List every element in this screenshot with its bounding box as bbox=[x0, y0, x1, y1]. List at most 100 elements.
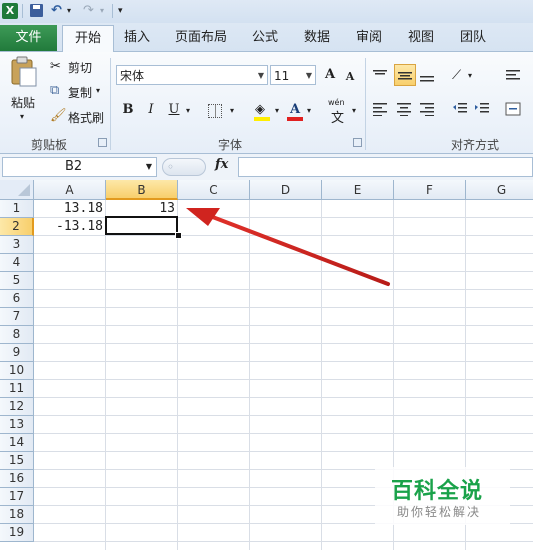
tab-page-layout[interactable]: 页面布局 bbox=[170, 25, 232, 51]
row-header-17[interactable]: 17 bbox=[0, 488, 34, 506]
row-header-11[interactable]: 11 bbox=[0, 380, 34, 398]
paste-button[interactable]: 粘贴 ▾ bbox=[6, 56, 42, 126]
tab-insert[interactable]: 插入 bbox=[118, 25, 156, 51]
row-header-10[interactable]: 10 bbox=[0, 362, 34, 380]
redo-icon[interactable]: ↷ bbox=[83, 2, 94, 20]
format-painter-button[interactable]: 🖌 格式刷 bbox=[50, 108, 106, 126]
row-header-9[interactable]: 9 bbox=[0, 344, 34, 362]
shrink-font-button[interactable]: A bbox=[340, 67, 360, 87]
underline-button[interactable]: U bbox=[164, 100, 184, 120]
row-header-15[interactable]: 15 bbox=[0, 452, 34, 470]
increase-indent-button[interactable] bbox=[474, 102, 494, 120]
cell-A1[interactable]: 13.18 bbox=[34, 200, 106, 218]
wrap-text-button[interactable] bbox=[505, 68, 533, 86]
align-right-button[interactable] bbox=[419, 102, 439, 120]
cell-A2[interactable]: -13.18 bbox=[34, 218, 106, 236]
column-header-g[interactable]: G bbox=[466, 180, 533, 200]
align-left-button[interactable] bbox=[372, 102, 392, 120]
tab-file[interactable]: 文件 bbox=[0, 25, 57, 51]
column-header-b[interactable]: B bbox=[106, 180, 178, 200]
excel-logo-icon: X bbox=[2, 3, 18, 19]
column-header-d[interactable]: D bbox=[250, 180, 322, 200]
italic-button[interactable]: I bbox=[141, 100, 161, 120]
tab-home[interactable]: 开始 bbox=[62, 25, 114, 52]
align-middle-button[interactable] bbox=[394, 64, 416, 86]
redo-dropdown-icon[interactable]: ▾ bbox=[100, 2, 104, 20]
fill-handle[interactable] bbox=[175, 232, 182, 239]
watermark: 百科全说 助你轻松解决 bbox=[375, 467, 510, 525]
font-color-button[interactable]: A bbox=[285, 100, 305, 122]
copy-button[interactable]: ⧉ 复制 ▾ bbox=[50, 83, 106, 101]
merge-center-button[interactable] bbox=[505, 102, 533, 120]
paste-dropdown-icon: ▾ bbox=[20, 112, 25, 121]
ribbon-tabs: 文件 开始 插入 页面布局 公式 数据 审阅 视图 团队 bbox=[0, 23, 533, 52]
scissors-icon: ✂ bbox=[50, 59, 61, 74]
cut-button[interactable]: ✂ 剪切 bbox=[50, 58, 100, 76]
font-launcher-icon[interactable] bbox=[353, 138, 362, 147]
select-all-corner[interactable] bbox=[0, 180, 34, 200]
tab-view[interactable]: 视图 bbox=[403, 25, 439, 51]
customize-qat-icon[interactable]: ▾ bbox=[118, 2, 123, 20]
row-header-4[interactable]: 4 bbox=[0, 254, 34, 272]
row-header-16[interactable]: 16 bbox=[0, 470, 34, 488]
name-box-value: B2 bbox=[65, 159, 83, 174]
align-center-button[interactable] bbox=[396, 102, 416, 120]
copy-icon: ⧉ bbox=[50, 83, 60, 98]
row-gridline bbox=[34, 235, 533, 236]
formula-input[interactable] bbox=[238, 157, 533, 177]
row-header-18[interactable]: 18 bbox=[0, 506, 34, 524]
row-header-6[interactable]: 6 bbox=[0, 290, 34, 308]
grow-font-button[interactable]: A bbox=[320, 65, 340, 85]
undo-dropdown-icon[interactable]: ▾ bbox=[67, 2, 71, 20]
column-header-e[interactable]: E bbox=[322, 180, 394, 200]
formula-bar-expander[interactable]: ◦ bbox=[162, 158, 206, 176]
border-dropdown-icon[interactable]: ▾ bbox=[230, 106, 234, 115]
row-header-13[interactable]: 13 bbox=[0, 416, 34, 434]
phonetic-button[interactable]: wén 文 bbox=[326, 98, 350, 126]
column-header-c[interactable]: C bbox=[178, 180, 250, 200]
align-top-icon bbox=[373, 70, 387, 75]
row-header-14[interactable]: 14 bbox=[0, 434, 34, 452]
name-box[interactable]: B2 ▼ bbox=[2, 157, 157, 177]
align-bottom-button[interactable] bbox=[419, 68, 439, 86]
phonetic-dropdown-icon[interactable]: ▾ bbox=[352, 106, 356, 115]
border-button[interactable] bbox=[208, 104, 222, 118]
undo-icon[interactable]: ↶ bbox=[51, 2, 62, 20]
font-size-value: 11 bbox=[274, 69, 290, 83]
row-header-5[interactable]: 5 bbox=[0, 272, 34, 290]
align-left-icon bbox=[373, 103, 387, 116]
decrease-indent-button[interactable] bbox=[452, 102, 472, 120]
insert-function-button[interactable]: fx bbox=[215, 157, 228, 172]
font-size-combo[interactable]: 11 ▼ bbox=[270, 65, 316, 85]
orientation-button[interactable]: ⟋ ▾ bbox=[452, 68, 478, 86]
clipboard-launcher-icon[interactable] bbox=[98, 138, 107, 147]
font-name-combo[interactable]: 宋体 ▼ bbox=[116, 65, 268, 85]
save-icon[interactable] bbox=[30, 4, 43, 17]
fill-bucket-icon: ◈ bbox=[255, 102, 265, 117]
underline-dropdown-icon[interactable]: ▾ bbox=[186, 106, 190, 115]
row-header-19[interactable]: 19 bbox=[0, 524, 34, 542]
row-header-1[interactable]: 1 bbox=[0, 200, 34, 218]
tab-review[interactable]: 审阅 bbox=[351, 25, 387, 51]
row-gridline bbox=[34, 433, 533, 434]
bold-button[interactable]: B bbox=[118, 100, 138, 120]
row-header-8[interactable]: 8 bbox=[0, 326, 34, 344]
tab-data[interactable]: 数据 bbox=[299, 25, 335, 51]
expander-dots-icon: ◦ bbox=[167, 160, 175, 174]
column-header-a[interactable]: A bbox=[34, 180, 106, 200]
fill-color-dropdown-icon[interactable]: ▾ bbox=[275, 106, 279, 115]
row-header-12[interactable]: 12 bbox=[0, 398, 34, 416]
fill-color-button[interactable]: ◈ bbox=[252, 102, 272, 122]
row-header-2[interactable]: 2 bbox=[0, 218, 34, 236]
align-top-button[interactable] bbox=[372, 68, 392, 86]
tab-formulas[interactable]: 公式 bbox=[247, 25, 283, 51]
font-color-dropdown-icon[interactable]: ▾ bbox=[307, 106, 311, 115]
column-header-f[interactable]: F bbox=[394, 180, 466, 200]
row-header-3[interactable]: 3 bbox=[0, 236, 34, 254]
column-gridline bbox=[249, 200, 250, 550]
active-cell-border[interactable] bbox=[105, 216, 178, 235]
row-header-7[interactable]: 7 bbox=[0, 308, 34, 326]
tab-team[interactable]: 团队 bbox=[455, 25, 491, 51]
wen-char: 文 bbox=[331, 111, 345, 126]
ribbon-home: 粘贴 ▾ ✂ 剪切 ⧉ 复制 ▾ 🖌 格式刷 剪贴板 宋体 ▼ 11 ▼ A A… bbox=[0, 52, 533, 154]
